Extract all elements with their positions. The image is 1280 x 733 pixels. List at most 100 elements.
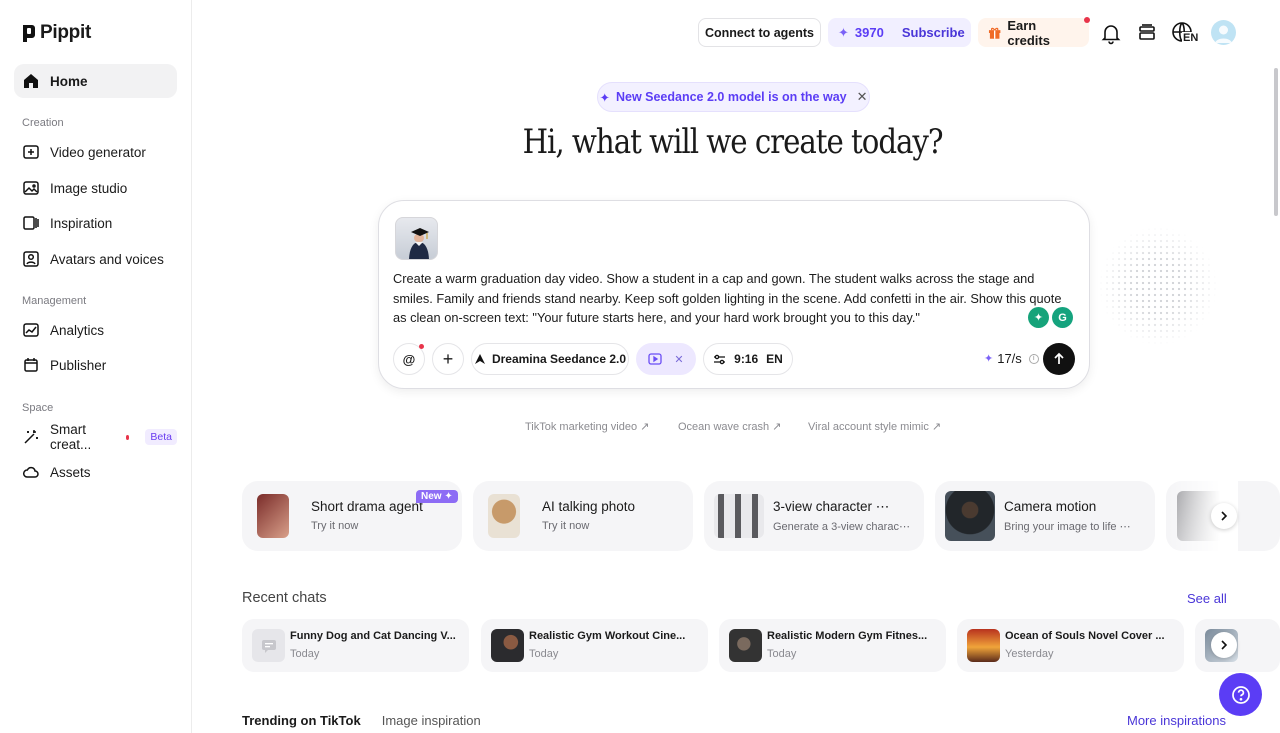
chat-title: Ocean of Souls Novel Cover ...: [1005, 630, 1165, 642]
scrollbar[interactable]: [1274, 68, 1278, 216]
sliders-icon: [714, 354, 726, 364]
brand-logo[interactable]: Pippit: [22, 22, 91, 44]
feature-card-3-view-character[interactable]: 3-view character ⋯ Generate a 3-view cha…: [704, 481, 924, 551]
recent-chat-item[interactable]: Realistic Gym Workout Cine... Today: [481, 619, 708, 672]
aspect-ratio: 9:16: [734, 352, 759, 366]
avatar-icon: [23, 251, 39, 267]
feature-thumbnail: [945, 491, 995, 541]
stack-icon[interactable]: [1135, 21, 1159, 45]
graduate-image-icon: [409, 228, 429, 259]
credit-rate: ✦ 17/s i: [984, 351, 1039, 366]
feature-subtitle: Bring your image to life ⋯: [1004, 521, 1131, 533]
video-mode-tag[interactable]: ✕: [636, 343, 696, 375]
feature-card-camera-motion[interactable]: Camera motion Bring your image to life ⋯: [935, 481, 1155, 551]
notification-dot: [419, 344, 424, 349]
suggestion-chip[interactable]: TikTok marketing video ↗: [525, 420, 649, 434]
sidebar-item-publisher[interactable]: Publisher: [14, 348, 177, 382]
suggestion-chip[interactable]: Ocean wave crash ↗: [678, 420, 781, 434]
mention-button[interactable]: @: [393, 343, 425, 375]
recent-chat-item[interactable]: Ocean of Souls Novel Cover ... Yesterday: [957, 619, 1184, 672]
send-button[interactable]: [1043, 343, 1075, 375]
video-icon: [648, 353, 663, 365]
recent-next-button[interactable]: [1211, 632, 1237, 658]
calendar-icon: [24, 358, 38, 372]
arrow-up-icon: [1054, 352, 1064, 364]
prompt-toolbar: @ + Dreamina Seedance 2.0 ✕ 9:16 EN ✦ 17…: [393, 343, 1075, 375]
magic-wand-icon: [24, 430, 38, 444]
sidebar-item-analytics[interactable]: Analytics: [14, 313, 177, 347]
section-space: Space: [22, 402, 54, 414]
tab-image-inspiration[interactable]: Image inspiration: [382, 713, 481, 728]
recent-chat-item-partial[interactable]: [1195, 619, 1280, 672]
sidebar-item-label: Inspiration: [50, 215, 113, 231]
analytics-icon: [23, 323, 39, 337]
sidebar-item-label: Image studio: [50, 180, 128, 196]
recent-chat-item[interactable]: Realistic Modern Gym Fitnes... Today: [719, 619, 946, 672]
user-icon: [1215, 25, 1232, 43]
earn-credits-label: Earn credits: [1007, 17, 1050, 48]
suggestion-label: Ocean wave crash: [678, 420, 770, 433]
sidebar-item-inspiration[interactable]: Inspiration: [14, 206, 177, 240]
feature-thumbnail: [257, 494, 289, 538]
carousel-next-button[interactable]: [1211, 503, 1237, 529]
user-avatar[interactable]: [1211, 20, 1236, 45]
beta-badge: Beta: [145, 429, 177, 445]
feature-card-short-drama[interactable]: Short drama agent Try it now New ✦: [242, 481, 462, 551]
prompt-textarea[interactable]: Create a warm graduation day video. Show…: [393, 269, 1073, 328]
at-sign-icon: @: [402, 351, 416, 367]
notification-dot: [1084, 17, 1090, 23]
help-button[interactable]: [1219, 673, 1262, 716]
recent-chat-item[interactable]: Funny Dog and Cat Dancing V... Today: [242, 619, 469, 672]
cloud-icon: [22, 466, 39, 478]
lightbulb-icon[interactable]: ✦: [1028, 307, 1049, 328]
feature-card-talking-photo[interactable]: AI talking photo Try it now: [473, 481, 693, 551]
prompt-box[interactable]: Create a warm graduation day video. Show…: [378, 200, 1090, 389]
recent-chats-title: Recent chats: [242, 590, 327, 606]
grammarly-icon[interactable]: G: [1052, 307, 1073, 328]
sidebar-item-image-studio[interactable]: Image studio: [14, 171, 177, 205]
new-badge: New ✦: [416, 490, 458, 503]
grammar-assistant[interactable]: ✦ G: [1028, 307, 1076, 331]
feature-title: Short drama agent: [311, 499, 423, 514]
feature-subtitle: Generate a 3-view charac⋯: [773, 521, 910, 533]
page-title: Hi, what will we create today?: [522, 122, 944, 162]
subscribe-label: Subscribe: [901, 25, 965, 40]
suggestion-chip[interactable]: Viral account style mimic ↗: [808, 420, 942, 434]
reference-image-thumbnail[interactable]: [395, 217, 438, 260]
model-selector[interactable]: Dreamina Seedance 2.0: [471, 343, 629, 375]
brand-name: Pippit: [40, 22, 91, 43]
video-settings-button[interactable]: 9:16 EN: [703, 343, 793, 375]
inspiration-tabs: Trending on TikTok Image inspiration: [242, 713, 481, 728]
add-button[interactable]: +: [432, 343, 464, 375]
tab-trending-tiktok[interactable]: Trending on TikTok: [242, 713, 361, 728]
close-icon[interactable]: ✕: [857, 89, 868, 105]
more-inspirations-link[interactable]: More inspirations: [1127, 713, 1226, 728]
feature-thumbnail: [714, 494, 764, 538]
close-icon[interactable]: ✕: [674, 353, 683, 366]
chat-title: Funny Dog and Cat Dancing V...: [290, 630, 456, 642]
sidebar-item-label: Publisher: [50, 357, 107, 373]
credits-subscribe-button[interactable]: ✦ 3970 Subscribe: [828, 18, 971, 47]
bell-icon[interactable]: [1099, 21, 1123, 45]
chevron-right-icon: [1221, 640, 1228, 650]
model-logo-icon: [474, 354, 485, 364]
language-switch[interactable]: EN: [1171, 21, 1201, 45]
feature-title: Camera motion: [1004, 499, 1097, 514]
earn-credits-button[interactable]: Earn credits: [978, 17, 1090, 48]
sparkle-icon: ✦: [838, 24, 849, 40]
connect-agents-button[interactable]: Connect to agents: [698, 18, 821, 47]
feature-title: 3-view character ⋯: [773, 499, 890, 514]
feature-subtitle: Try it now: [542, 520, 590, 532]
sidebar-item-avatars-voices[interactable]: Avatars and voices: [14, 242, 177, 276]
arrow-up-right-icon: ↗: [931, 421, 942, 433]
see-all-link[interactable]: See all: [1187, 591, 1227, 606]
chat-title: Realistic Modern Gym Fitnes...: [767, 630, 928, 642]
sidebar-item-home[interactable]: Home: [14, 64, 177, 98]
info-icon[interactable]: i: [1028, 353, 1039, 364]
sidebar-item-smart-creation[interactable]: Smart creat... Beta: [14, 420, 177, 454]
sidebar-item-label: Avatars and voices: [50, 251, 164, 267]
sidebar-item-assets[interactable]: Assets: [14, 455, 177, 489]
announcement-banner[interactable]: ✦ New Seedance 2.0 model is on the way ✕: [597, 82, 870, 112]
sidebar: Pippit Home Creation Video generator Ima…: [0, 0, 192, 733]
notification-dot: [125, 434, 130, 440]
